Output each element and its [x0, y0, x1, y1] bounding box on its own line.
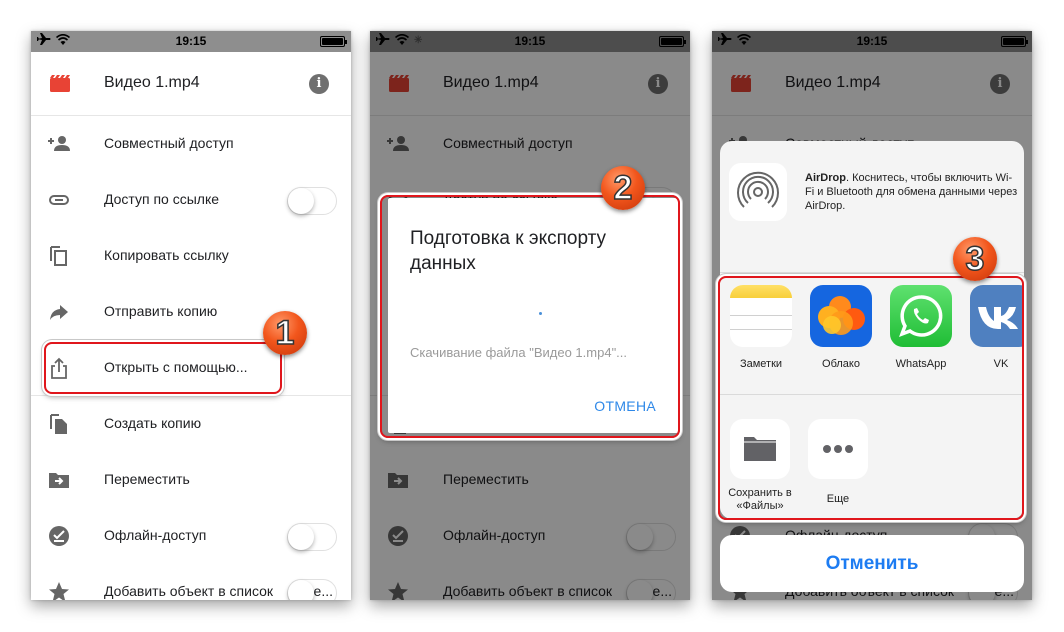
menu-item-label: Доступ по ссылке — [104, 191, 220, 207]
highlight-dialog — [380, 195, 680, 438]
menu-item-move[interactable]: Переместить — [31, 452, 351, 508]
menu-item-make-copy[interactable]: Создать копию — [31, 396, 351, 452]
menu-item-offline[interactable]: Офлайн-доступ — [31, 508, 351, 564]
airdrop-icon — [729, 163, 787, 221]
copy-icon — [50, 246, 67, 266]
status-bar: 19:15 — [31, 31, 351, 52]
video-file-icon — [50, 75, 70, 92]
menu-item-label: Добавить объект в список — [104, 583, 274, 599]
status-time: 19:15 — [175, 34, 207, 48]
battery-icon — [320, 36, 347, 47]
menu-item-label: Создать копию — [104, 415, 202, 431]
link-icon — [49, 195, 69, 205]
step-badge-3: 3 — [953, 237, 997, 281]
menu-item-label: Офлайн-доступ — [104, 527, 207, 543]
move-folder-icon — [49, 473, 69, 488]
menu-item-copy-link[interactable]: Копировать ссылку — [31, 228, 351, 284]
screen-step-1: 19:15 Видео 1.mp4 i Совместный доступ До… — [31, 31, 351, 600]
step-badge-1: 1 — [263, 311, 307, 355]
offline-toggle[interactable] — [287, 523, 337, 551]
menu-item-link-access[interactable]: Доступ по ссылке — [31, 172, 351, 228]
star-icon — [49, 582, 69, 600]
duplicate-icon — [50, 414, 67, 434]
step-badge-2: 2 — [601, 166, 645, 210]
add-person-icon — [48, 136, 70, 151]
airdrop-description: AirDrop. Коснитесь, чтобы включить Wi-Fi… — [805, 171, 1020, 213]
menu-item-share[interactable]: Совместный доступ — [31, 116, 351, 172]
menu-item-label: Копировать ссылку — [104, 247, 229, 263]
link-access-toggle[interactable] — [287, 187, 337, 215]
truncated-text: е... — [313, 583, 333, 599]
share-arrow-icon — [50, 305, 68, 320]
share-cancel-button[interactable]: Отменить — [720, 535, 1024, 592]
menu-item-add-to-list[interactable]: Добавить объект в список е... — [31, 564, 351, 600]
highlight-open-with — [44, 342, 282, 394]
info-icon[interactable]: i — [309, 74, 329, 94]
offline-icon — [49, 526, 69, 546]
highlight-share-apps — [718, 276, 1024, 520]
file-header: Видео 1.mp4 i — [31, 52, 351, 116]
file-name: Видео 1.mp4 — [104, 74, 200, 91]
menu-item-label: Отправить копию — [104, 303, 218, 319]
menu-item-label: Совместный доступ — [104, 135, 234, 151]
airdrop-title: AirDrop — [805, 172, 846, 184]
menu-item-label: Переместить — [104, 471, 190, 487]
